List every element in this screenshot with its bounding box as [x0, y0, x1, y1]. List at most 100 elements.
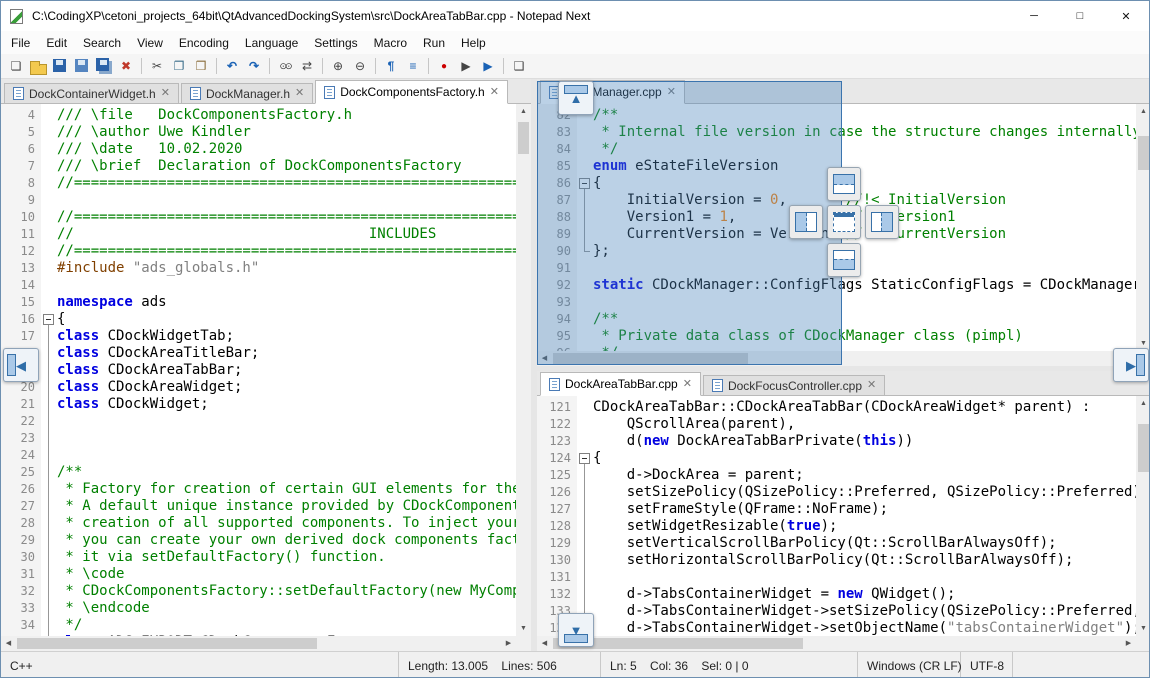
close-button[interactable]: ✕ — [1103, 1, 1149, 31]
status-language[interactable]: C++ — [1, 652, 399, 678]
save-icon[interactable] — [50, 56, 70, 76]
toolbar-separator — [269, 58, 270, 74]
horizontal-scrollbar[interactable]: ◀ ▶ — [537, 636, 1136, 651]
code-line: 31 * \code — [1, 566, 516, 583]
status-eol-format[interactable]: Windows (CR LF) — [858, 652, 961, 678]
drop-indicator-right[interactable] — [865, 205, 899, 239]
menu-search[interactable]: Search — [75, 33, 129, 53]
app-window: C:\CodingXP\cetoni_projects_64bit\QtAdva… — [0, 0, 1150, 678]
paste-icon[interactable]: ❒ — [191, 56, 211, 76]
vertical-scrollbar[interactable]: ▲ ▼ — [1136, 104, 1150, 351]
play-macro-icon[interactable]: ▶ — [456, 56, 476, 76]
drop-indicator-edge-bottom[interactable]: ▼ — [558, 613, 594, 647]
code-line: 33 * \endcode — [1, 600, 516, 617]
minimize-button[interactable]: ─ — [1011, 1, 1057, 31]
code-line: 7/// \brief Declaration of DockComponent… — [1, 158, 516, 175]
scroll-left-icon[interactable]: ◀ — [537, 636, 552, 651]
scrollbar-thumb[interactable] — [17, 638, 317, 649]
scroll-right-icon[interactable]: ▶ — [501, 636, 516, 651]
find-icon[interactable]: ⊙⊙ — [275, 56, 295, 76]
tab-dockmanager-h[interactable]: DockManager.h ✕ — [181, 83, 313, 104]
scroll-up-icon[interactable]: ▲ — [1136, 104, 1150, 119]
code-line: 28 * creation of all supported component… — [1, 515, 516, 532]
code-line: 8//=====================================… — [1, 175, 516, 192]
vertical-scrollbar[interactable]: ▲ ▼ — [1136, 396, 1150, 636]
drop-indicator-center[interactable] — [827, 205, 861, 239]
zoom-out-icon[interactable]: ⊖ — [350, 56, 370, 76]
tab-close-icon[interactable]: ✕ — [867, 380, 876, 391]
menu-macro[interactable]: Macro — [366, 33, 415, 53]
menu-edit[interactable]: Edit — [38, 33, 75, 53]
scroll-right-icon[interactable]: ▶ — [1121, 636, 1136, 651]
code-line: 30 * it via setDefaultFactory() function… — [1, 549, 516, 566]
menu-view[interactable]: View — [129, 33, 171, 53]
arrow-down-icon: ▼ — [570, 624, 583, 637]
code-line: 9 — [1, 192, 516, 209]
menu-help[interactable]: Help — [453, 33, 494, 53]
scrollbar-thumb[interactable] — [518, 122, 529, 154]
record-macro-icon[interactable]: ● — [434, 56, 454, 76]
drop-indicator-bottom[interactable] — [827, 243, 861, 277]
redo-icon[interactable]: ↷ — [244, 56, 264, 76]
tab-close-icon[interactable]: ✕ — [295, 88, 304, 99]
maximize-button[interactable]: □ — [1057, 1, 1103, 31]
code-line: 14 — [1, 277, 516, 294]
scrollbar-thumb[interactable] — [1138, 424, 1149, 472]
replace-icon[interactable]: ⇄ — [297, 56, 317, 76]
tab-dockareatabbar-cpp[interactable]: DockAreaTabBar.cpp ✕ — [540, 372, 701, 396]
status-encoding[interactable]: UTF-8 — [961, 652, 1013, 678]
menu-encoding[interactable]: Encoding — [171, 33, 237, 53]
window-icon[interactable]: ❑ — [509, 56, 529, 76]
scroll-up-icon[interactable]: ▲ — [1136, 396, 1150, 411]
scroll-down-icon[interactable]: ▼ — [1136, 621, 1150, 636]
tab-dockcontainerwidget-h[interactable]: DockContainerWidget.h ✕ — [4, 83, 179, 104]
editor-dockareatabbar[interactable]: 121CDockAreaTabBar::CDockAreaTabBar(CDoc… — [537, 396, 1136, 636]
drop-indicator-left[interactable] — [789, 205, 823, 239]
drop-indicator-edge-top[interactable]: ▲ — [558, 81, 594, 115]
undo-icon[interactable]: ↶ — [222, 56, 242, 76]
code-line: 127 setFrameStyle(QFrame::NoFrame); — [537, 501, 1136, 518]
drop-indicator-top[interactable] — [827, 167, 861, 201]
tab-close-icon[interactable]: ✕ — [490, 87, 499, 98]
run-macro-multiple-icon[interactable]: ▶ — [478, 56, 498, 76]
dock-container: DockContainerWidget.h ✕ DockManager.h ✕ … — [1, 79, 1149, 651]
tab-dockfocuscontroller-cpp[interactable]: DockFocusController.cpp ✕ — [703, 375, 885, 396]
code-line: 26 * Factory for creation of certain GUI… — [1, 481, 516, 498]
horizontal-scrollbar[interactable]: ◀ ▶ — [1, 636, 516, 651]
new-file-icon[interactable]: ❏ — [6, 56, 26, 76]
scroll-left-icon[interactable]: ◀ — [1, 636, 16, 651]
toolbar-separator — [375, 58, 376, 74]
tab-close-icon[interactable]: ✕ — [683, 379, 692, 390]
code-line: 21class CDockWidget; — [1, 396, 516, 413]
drop-indicator-edge-right[interactable]: ▶ — [1113, 348, 1149, 382]
code-line: 19class CDockAreaTabBar; — [1, 362, 516, 379]
tab-close-icon[interactable]: ✕ — [161, 88, 170, 99]
scroll-down-icon[interactable]: ▼ — [516, 621, 531, 636]
save-copy-icon[interactable] — [72, 56, 92, 76]
app-icon — [10, 9, 23, 24]
statusbar: C++ Length: 13.005 Lines: 506 Ln: 5 Col:… — [1, 651, 1149, 678]
copy-icon[interactable]: ❐ — [169, 56, 189, 76]
code-line: 27 * A default unique instance provided … — [1, 498, 516, 515]
line-numbers-icon[interactable]: ≡ — [403, 56, 423, 76]
drop-indicator-edge-left[interactable]: ◀ — [3, 348, 39, 382]
save-all-icon[interactable] — [94, 56, 114, 76]
scroll-up-icon[interactable]: ▲ — [516, 104, 531, 119]
menu-file[interactable]: File — [3, 33, 38, 53]
open-file-icon[interactable] — [28, 56, 48, 76]
menu-language[interactable]: Language — [237, 33, 306, 53]
cut-icon[interactable]: ✂ — [147, 56, 167, 76]
menu-settings[interactable]: Settings — [306, 33, 365, 53]
scrollbar-thumb[interactable] — [1138, 136, 1149, 170]
zoom-in-icon[interactable]: ⊕ — [328, 56, 348, 76]
scrollbar-corner — [1136, 636, 1150, 651]
document-icon — [190, 87, 201, 100]
code-line: 132 d->TabsContainerWidget = new QWidget… — [537, 586, 1136, 603]
editor-dockcomponentsfactory[interactable]: 4/// \file DockComponentsFactory.h5/// \… — [1, 104, 516, 636]
menu-run[interactable]: Run — [415, 33, 453, 53]
show-all-characters-icon[interactable]: ¶ — [381, 56, 401, 76]
dock-area-bottom-right: DockAreaTabBar.cpp ✕ DockFocusController… — [537, 371, 1150, 651]
close-file-icon[interactable]: ✖ — [116, 56, 136, 76]
vertical-scrollbar[interactable]: ▲ ▼ — [516, 104, 531, 636]
tab-dockcomponentsfactory-h[interactable]: DockComponentsFactory.h ✕ — [315, 80, 508, 104]
